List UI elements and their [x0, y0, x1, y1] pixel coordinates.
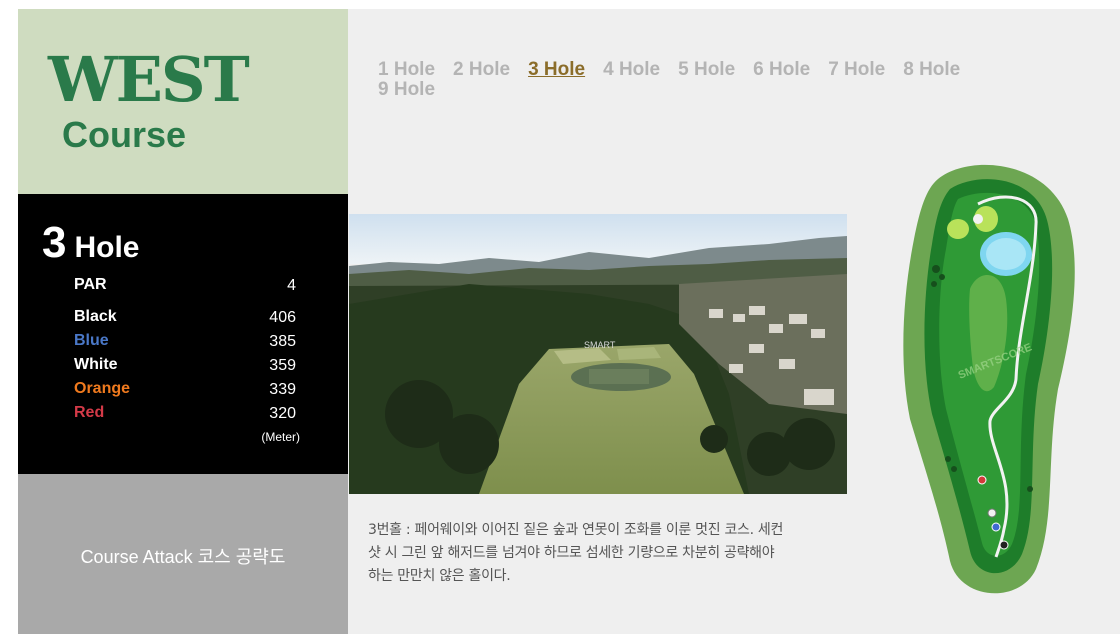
tee-distance-blue: 385: [269, 333, 296, 350]
hole-word: Hole: [74, 231, 140, 264]
tee-label-blue: Blue: [74, 332, 109, 349]
tee-row-blue: Blue 385: [74, 332, 296, 354]
tee-label-orange: Orange: [74, 380, 131, 397]
logo-title: WEST: [48, 43, 250, 116]
tee-row-black: Black 406: [74, 308, 296, 330]
tab-hole-1[interactable]: 1 Hole: [378, 60, 435, 80]
photo-watermark: SMART: [584, 340, 616, 350]
hole-title: 3 Hole: [42, 221, 140, 265]
distance-unit: (Meter): [261, 430, 300, 444]
tab-hole-8[interactable]: 8 Hole: [903, 60, 960, 80]
course-logo: WEST Course: [18, 9, 348, 194]
tee-distance-red: 320: [269, 405, 296, 422]
tee-row-orange: Orange 339: [74, 380, 296, 402]
logo-subtitle: Course: [62, 114, 187, 155]
tab-hole-5[interactable]: 5 Hole: [678, 60, 735, 80]
par-value: 4: [287, 277, 296, 294]
course-attack-button[interactable]: Course Attack 코스 공략도: [18, 474, 348, 634]
tab-hole-3[interactable]: 3 Hole: [528, 60, 585, 80]
hole-aerial-photo: SMART: [349, 214, 847, 494]
tee-row-red: Red 320: [74, 404, 296, 426]
tee-distance-black: 406: [269, 309, 296, 326]
tab-hole-4[interactable]: 4 Hole: [603, 60, 660, 80]
hole-number: 3: [42, 218, 67, 267]
tab-hole-2[interactable]: 2 Hole: [453, 60, 510, 80]
tee-row-white: White 359: [74, 356, 296, 378]
tab-hole-6[interactable]: 6 Hole: [753, 60, 810, 80]
course-map-image: SMARTSCORE: [903, 164, 1075, 594]
tee-label-red: Red: [74, 404, 105, 421]
hole-info-panel: 3 Hole PAR 4 Black 406 Blue 385 White 359…: [18, 194, 348, 474]
tab-hole-7[interactable]: 7 Hole: [828, 60, 885, 80]
hole-course-map: SMARTSCORE: [898, 159, 1080, 599]
hole-tabs: 1 Hole 2 Hole 3 Hole 4 Hole 5 Hole 6 Hole 7 Ho…: [378, 60, 1018, 100]
aerial-photo-image: SMART: [349, 214, 847, 494]
tee-distance-orange: 339: [269, 381, 296, 398]
tab-hole-9[interactable]: 9 Hole: [378, 80, 435, 100]
tee-distance-white: 359: [269, 357, 296, 374]
page-frame: WEST Course 3 Hole PAR 4 Black 406 Blue 3…: [18, 9, 1120, 634]
course-attack-label: Course Attack 코스 공략도: [80, 547, 286, 567]
hole-description: 3번홀 : 페어웨이와 이어진 짙은 숲과 연못이 조화를 이룬 멋진 코스. …: [368, 522, 784, 584]
tee-label-black: Black: [74, 308, 117, 325]
tee-label-white: White: [74, 356, 118, 373]
par-label: PAR: [74, 276, 107, 293]
par-row: PAR 4: [74, 276, 296, 298]
